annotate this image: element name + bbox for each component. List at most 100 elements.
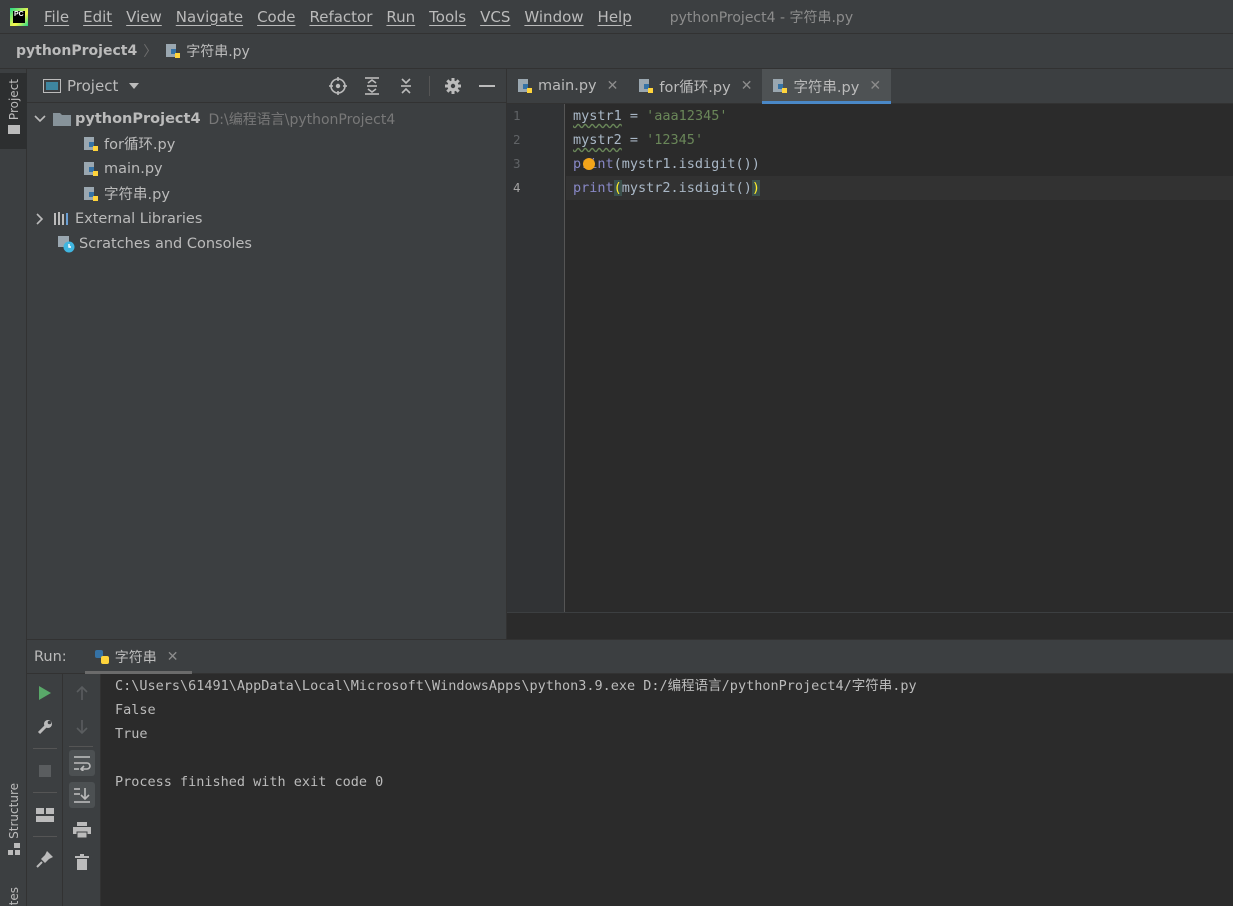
scroll-to-end-icon[interactable] xyxy=(69,782,95,808)
tree-file-label: main.py xyxy=(104,160,163,177)
run-console[interactable]: C:\Users\61491\AppData\Local\Microsoft\W… xyxy=(101,674,1233,906)
python-file-icon xyxy=(84,161,98,176)
wrench-icon[interactable] xyxy=(32,714,58,740)
tab-main-py[interactable]: main.py ✕ xyxy=(507,69,628,103)
structure-tool-tab[interactable]: Structure xyxy=(0,783,27,869)
code-editor[interactable]: 1 2 3 4 mystr1 = 'aaa12345' mystr2 = '12… xyxy=(507,104,1233,612)
arrow-down-icon[interactable] xyxy=(69,714,95,740)
project-view-selector[interactable]: Project xyxy=(67,77,118,95)
breadcrumb-project[interactable]: pythonProject4 xyxy=(16,43,137,59)
favorites-tool-tab[interactable]: Favorites xyxy=(0,887,27,906)
toolbar-divider xyxy=(33,836,57,837)
editor-gutter: 1 2 3 4 xyxy=(507,104,565,612)
close-icon[interactable]: ✕ xyxy=(741,78,753,94)
left-tool-strip: Project Structure Favorites xyxy=(0,69,27,906)
python-file-icon xyxy=(639,79,654,93)
arrow-up-icon[interactable] xyxy=(69,680,95,706)
code-token: mystr1 xyxy=(573,108,622,124)
collapse-all-icon[interactable] xyxy=(395,75,417,97)
soft-wrap-icon[interactable] xyxy=(69,750,95,776)
lightbulb-icon[interactable] xyxy=(583,158,595,170)
menu-tools[interactable]: Tools xyxy=(429,8,466,26)
editor-tab-bar: main.py ✕ for循环.py ✕ 字符串.py ✕ xyxy=(507,69,1233,104)
tree-item-scratches[interactable]: Scratches and Consoles xyxy=(27,231,506,256)
structure-tool-tab-label: Structure xyxy=(6,783,21,839)
breadcrumb-file-label: 字符串.py xyxy=(186,44,250,60)
structure-icon xyxy=(7,842,20,855)
tab-label: 字符串.py xyxy=(793,79,860,96)
tree-root-path: D:\编程语言\pythonProject4 xyxy=(208,111,396,128)
menu-refactor[interactable]: Refactor xyxy=(309,8,372,26)
trash-icon[interactable] xyxy=(69,849,95,875)
breadcrumb-file[interactable]: 字符串.py xyxy=(165,41,250,61)
stop-button[interactable] xyxy=(32,758,58,784)
close-icon[interactable]: ✕ xyxy=(607,78,619,94)
code-line-3[interactable]: print(mystr1.isdigit()) xyxy=(573,152,760,176)
python-icon xyxy=(94,649,109,664)
chevron-down-icon[interactable] xyxy=(128,82,140,90)
code-line-2[interactable]: mystr2 = '12345' xyxy=(573,128,703,152)
gear-icon[interactable] xyxy=(442,75,464,97)
close-icon[interactable]: ✕ xyxy=(869,78,881,94)
project-panel-tools xyxy=(327,69,498,103)
code-token: ( xyxy=(613,180,622,196)
project-panel: Project pythonProject4 D:\编程语言\pythonPro… xyxy=(27,69,507,639)
menu-code[interactable]: Code xyxy=(257,8,295,26)
chevron-right-icon[interactable] xyxy=(33,212,47,225)
close-icon[interactable]: ✕ xyxy=(167,649,179,665)
project-tool-tab-label: Project xyxy=(6,79,21,121)
tab-for-loop-py[interactable]: for循环.py ✕ xyxy=(628,69,762,103)
menu-view[interactable]: View xyxy=(126,8,162,26)
tree-item-external-libraries[interactable]: External Libraries xyxy=(27,206,506,231)
toolbar-divider xyxy=(33,748,57,749)
run-button[interactable] xyxy=(32,680,58,706)
console-line: C:\Users\61491\AppData\Local\Microsoft\W… xyxy=(115,678,917,694)
minimize-icon[interactable] xyxy=(476,75,498,97)
library-icon xyxy=(53,210,71,228)
code-token: mystr2 xyxy=(573,132,622,148)
tab-string-py[interactable]: 字符串.py ✕ xyxy=(762,69,892,104)
menu-run[interactable]: Run xyxy=(386,8,415,26)
tree-external-libraries-label: External Libraries xyxy=(75,210,203,227)
pin-icon[interactable] xyxy=(32,846,58,872)
toolbar-divider xyxy=(429,76,430,96)
scratches-icon xyxy=(57,235,75,253)
code-line-4[interactable]: print(mystr2.isdigit()) xyxy=(573,176,760,200)
folder-icon xyxy=(53,110,71,128)
python-file-icon xyxy=(773,79,788,93)
tree-item-file[interactable]: 字符串.py xyxy=(27,181,506,206)
project-tool-tab[interactable]: Project xyxy=(0,73,27,149)
menu-window[interactable]: Window xyxy=(524,8,583,26)
menu-edit[interactable]: Edit xyxy=(83,8,112,26)
code-line-1[interactable]: mystr1 = 'aaa12345' xyxy=(573,104,727,128)
menu-navigate[interactable]: Navigate xyxy=(176,8,243,26)
tree-item-root[interactable]: pythonProject4 D:\编程语言\pythonProject4 xyxy=(27,106,506,131)
chevron-down-icon[interactable] xyxy=(33,114,47,123)
tree-root-name: pythonProject4 xyxy=(75,110,201,127)
project-tree: pythonProject4 D:\编程语言\pythonProject4 fo… xyxy=(27,103,506,256)
run-tab-label: 字符串 xyxy=(114,649,157,666)
python-file-icon xyxy=(166,44,181,58)
project-panel-header: Project xyxy=(27,69,506,103)
tree-file-label: 字符串.py xyxy=(104,187,170,203)
project-view-icon xyxy=(43,78,61,93)
expand-all-icon[interactable] xyxy=(361,75,383,97)
menu-help[interactable]: Help xyxy=(598,8,632,26)
menu-file[interactable]: File xyxy=(44,8,69,26)
menu-vcs[interactable]: VCS xyxy=(480,8,510,26)
layout-icon[interactable] xyxy=(32,802,58,828)
console-line: True xyxy=(115,726,148,742)
code-token: '12345' xyxy=(646,132,704,148)
locate-icon[interactable] xyxy=(327,75,349,97)
code-token: = xyxy=(621,108,647,124)
tree-scratches-label: Scratches and Consoles xyxy=(79,235,252,252)
breadcrumb: pythonProject4 〉 字符串.py xyxy=(0,33,1233,69)
tree-item-file[interactable]: main.py xyxy=(27,156,506,181)
python-file-icon xyxy=(84,136,98,151)
console-line: Process finished with exit code 0 xyxy=(115,774,384,790)
pycharm-logo-icon: PC xyxy=(10,7,28,26)
print-icon[interactable] xyxy=(69,817,95,843)
run-tab[interactable]: 字符串 ✕ xyxy=(84,640,193,674)
tree-item-file[interactable]: for循环.py xyxy=(27,131,506,156)
tab-label: for循环.py xyxy=(659,79,731,96)
